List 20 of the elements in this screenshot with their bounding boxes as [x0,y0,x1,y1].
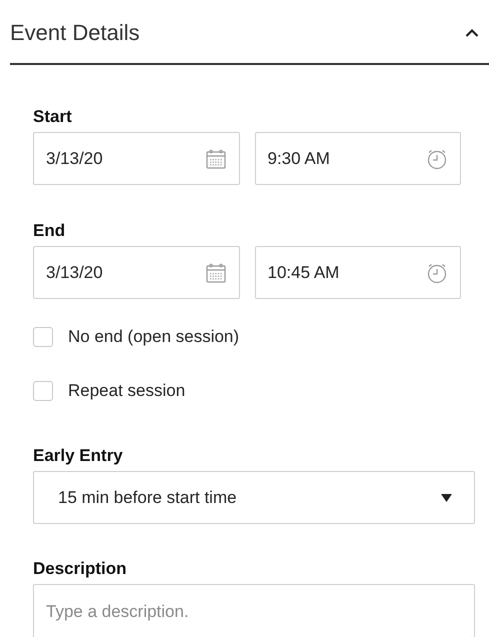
description-field[interactable]: Type a description. [33,584,475,637]
time-field[interactable]: 10:45 AM [254,246,461,299]
calendar-icon [204,262,226,284]
date-field[interactable]: 3/13/20 [33,246,240,299]
checkbox[interactable] [33,327,53,347]
early-entry-select[interactable]: 15 min before start time [33,471,475,524]
field-label: End [33,220,66,242]
field-label: Description [33,558,128,580]
date-field[interactable]: 3/13/20 [33,132,240,185]
time-field[interactable]: 9:30 AM [254,132,461,185]
section-title: Event Details [10,19,140,47]
checkbox-label: Repeat session [68,380,186,402]
field-label: Start [33,106,73,128]
calendar-icon [204,148,226,170]
clock-icon [426,148,448,170]
clock-icon [426,262,448,284]
dropdown-arrow-icon [441,494,452,502]
field-label: Early Entry [33,445,124,467]
checkbox-label: No end (open session) [68,326,240,348]
checkbox[interactable] [33,381,53,401]
